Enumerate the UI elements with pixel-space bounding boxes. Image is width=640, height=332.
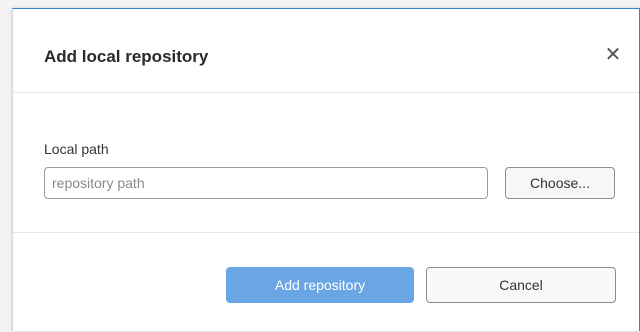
dialog-footer: Add repository Cancel (13, 233, 639, 332)
dialog-body: Local path Choose... (13, 93, 639, 233)
close-icon[interactable]: ✕ (601, 43, 625, 67)
local-path-label: Local path (44, 141, 109, 157)
dialog-title: Add local repository (44, 47, 209, 66)
local-path-input[interactable] (44, 167, 488, 199)
choose-button[interactable]: Choose... (505, 167, 615, 199)
dialog-header: Add local repository ✕ (13, 9, 639, 93)
cancel-button[interactable]: Cancel (426, 267, 616, 303)
add-repository-button[interactable]: Add repository (226, 267, 414, 303)
add-local-repository-dialog: Add local repository ✕ Local path Choose… (12, 8, 640, 331)
